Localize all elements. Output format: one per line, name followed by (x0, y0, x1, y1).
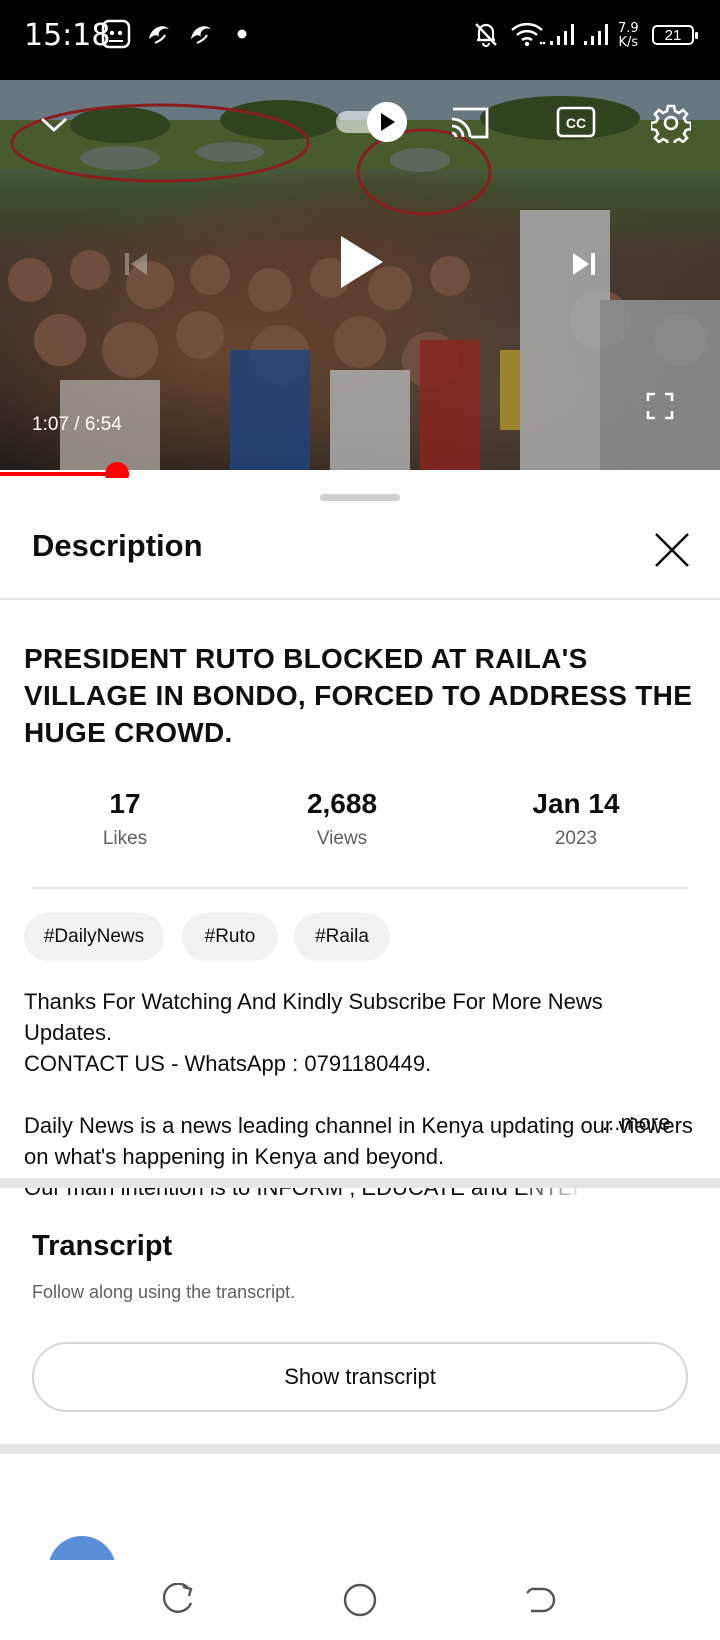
chevron-down-icon[interactable] (32, 102, 76, 146)
status-time: 15:18 (24, 18, 111, 53)
sheet-title: Description (32, 528, 203, 563)
mute-notifications-icon (470, 18, 502, 50)
section-divider (0, 1178, 720, 1188)
description-line: Thanks For Watching And Kindly Subscribe… (24, 989, 603, 1045)
divider (0, 598, 720, 600)
battery-icon: 21 (652, 25, 698, 45)
time-current: 1:07 (32, 414, 69, 435)
progress-played (0, 472, 117, 476)
transcript-subtitle: Follow along using the transcript. (32, 1282, 296, 1302)
hashtag-chip[interactable]: #Ruto (182, 913, 278, 961)
stat-label: 2023 (554, 828, 598, 849)
section-divider (0, 1444, 720, 1454)
next-icon[interactable] (564, 244, 604, 284)
time-total: 6:54 (84, 414, 122, 435)
description-line: CONTACT US - WhatsApp : 0791180449. (24, 1051, 432, 1076)
svg-text:CC: CC (566, 115, 586, 131)
video-player[interactable]: CC 1:07 / 6:54 (0, 80, 720, 470)
app-notification-icon (184, 18, 216, 50)
video-title: PRESIDENT RUTO BLOCKED AT RAILA'S VILLAG… (24, 643, 693, 748)
autoplay-toggle[interactable] (334, 100, 410, 144)
transcript-heading: Transcript (32, 1230, 173, 1262)
more-link[interactable]: ...more (602, 1110, 670, 1136)
description-sheet: Description PRESIDENT RUTO BLOCKED AT RA… (0, 478, 720, 1570)
signal-icon (548, 18, 582, 50)
app-notification-icon (142, 18, 174, 50)
hashtag-chip[interactable]: #DailyNews (24, 913, 164, 961)
navigation-bar (0, 1560, 720, 1640)
video-progress-bar[interactable] (0, 462, 720, 486)
close-icon[interactable] (650, 528, 694, 572)
time-separator: / (68, 414, 85, 435)
stat-label: Views (316, 828, 368, 849)
stat-value: Jan 14 (532, 788, 620, 819)
fullscreen-icon[interactable] (640, 386, 680, 426)
home-icon[interactable] (340, 1580, 380, 1620)
stat-value: 17 (109, 788, 141, 819)
play-icon[interactable] (330, 230, 394, 294)
network-speed-unit: K/s (618, 35, 639, 50)
app-notification-icon (100, 18, 132, 50)
back-icon[interactable] (520, 1580, 560, 1620)
cast-icon[interactable] (448, 100, 492, 144)
recents-icon[interactable] (160, 1580, 200, 1620)
divider (32, 887, 688, 889)
hashtag-chip[interactable]: #Raila (294, 913, 390, 961)
network-speed: 7.9 K/s (618, 22, 639, 50)
wifi-icon (508, 18, 548, 50)
stat-views: 2,688 Views (242, 788, 442, 850)
signal-icon (582, 18, 616, 50)
drag-handle[interactable] (320, 494, 400, 501)
network-speed-value: 7.9 (618, 21, 639, 36)
stat-value: 2,688 (306, 788, 378, 819)
description-line: Daily News is a news leading channel in … (24, 1113, 693, 1169)
stat-date: Jan 14 2023 (476, 788, 676, 850)
gear-icon[interactable] (648, 100, 694, 146)
description-text: Thanks For Watching And Kindly Subscribe… (24, 986, 696, 1203)
stat-likes: 17 Likes (25, 788, 225, 850)
time-readout: 1:07 / 6:54 (32, 414, 122, 436)
previous-icon[interactable] (116, 244, 156, 284)
show-transcript-button[interactable]: Show transcript (32, 1342, 688, 1412)
notification-dot-icon (226, 18, 258, 50)
stat-label: Likes (102, 828, 148, 849)
status-bar: 15:18 7.9 K/s 21 (0, 0, 720, 80)
cc-icon[interactable]: CC (554, 100, 598, 144)
